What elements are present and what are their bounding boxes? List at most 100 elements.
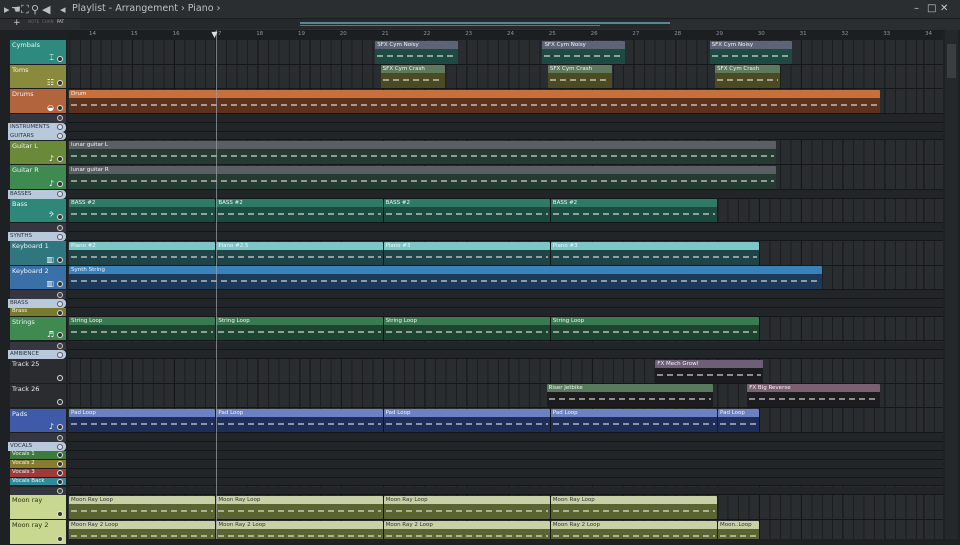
clip[interactable]: Moon Ray 2 Loop — [383, 520, 550, 539]
track-select-icon[interactable] — [57, 452, 63, 459]
group-header[interactable]: VOCALS — [8, 442, 66, 451]
track-lane[interactable] — [68, 308, 943, 317]
clip[interactable]: SFX Cym Crash — [715, 65, 780, 89]
track-header[interactable]: Bass 𝄢 — [10, 198, 66, 224]
group-header[interactable]: AMBIENCE — [8, 350, 66, 360]
clip[interactable]: FX Mech Growl — [655, 359, 763, 383]
track-select-icon[interactable] — [57, 156, 63, 163]
track-header[interactable]: Moon ray — [10, 495, 66, 520]
add-icon[interactable] — [57, 343, 63, 349]
add-icon[interactable] — [57, 224, 63, 231]
track-header[interactable]: Vocals Back — [10, 477, 66, 487]
track-lane[interactable] — [68, 486, 943, 496]
group-toggle-icon[interactable] — [57, 233, 63, 240]
clip[interactable]: Pad Loop — [550, 409, 717, 433]
track-header[interactable]: Drums ◒ — [10, 89, 66, 114]
track-select-icon[interactable] — [57, 180, 63, 187]
track-select-icon[interactable] — [57, 479, 63, 486]
track-header[interactable]: Guitar R ♪ — [10, 165, 66, 190]
track-lane[interactable] — [68, 459, 943, 469]
add-icon[interactable] — [57, 291, 63, 298]
clip[interactable]: String Loop — [550, 317, 759, 341]
clip[interactable]: SFX Cym Noisy — [542, 40, 626, 64]
clip[interactable]: SFX Cym Crash — [547, 65, 613, 89]
group-header[interactable]: SYNTHS — [8, 232, 66, 241]
maximize-button[interactable]: □ — [927, 3, 936, 14]
zoom-icon[interactable]: ⚲ — [31, 3, 39, 16]
group-spacer[interactable] — [10, 341, 66, 351]
track-select-icon[interactable] — [57, 256, 63, 263]
track-header[interactable]: Pads ♪ — [10, 408, 66, 434]
track-lane[interactable] — [68, 350, 943, 360]
chan-label[interactable]: CHAN — [42, 19, 54, 24]
add-icon[interactable] — [57, 488, 63, 494]
clip[interactable]: String Loop — [216, 317, 383, 341]
track-lane[interactable] — [68, 122, 943, 132]
track-select-icon[interactable] — [57, 55, 63, 62]
track-header[interactable]: Track 26 — [10, 383, 66, 409]
track-lane[interactable] — [68, 442, 943, 451]
group-spacer[interactable] — [10, 290, 66, 300]
track-header[interactable]: Toms ☷ — [10, 64, 66, 90]
hand-icon[interactable]: ☚ — [11, 3, 21, 16]
group-spacer[interactable] — [10, 223, 66, 233]
track-header[interactable]: Vocals 2 — [10, 459, 66, 469]
group-spacer[interactable] — [10, 433, 66, 442]
clip[interactable]: Moon Ray Loop — [550, 495, 717, 519]
group-header[interactable]: INSTRUMENTS — [8, 122, 66, 132]
speaker-icon[interactable]: ◀ — [42, 3, 50, 16]
scroll-thumb[interactable] — [947, 44, 956, 78]
track-lane[interactable] — [68, 477, 943, 487]
group-toggle-icon[interactable] — [57, 351, 63, 358]
track-header[interactable]: Vocals 3 — [10, 468, 66, 478]
clip[interactable]: Moon Ray Loop — [216, 495, 383, 519]
track-lane[interactable] — [68, 113, 943, 123]
clip[interactable]: Piano #2.5 — [216, 241, 383, 265]
clip[interactable]: Moon Ray 2 Loop — [69, 520, 216, 539]
track-lane[interactable] — [68, 131, 943, 141]
clip[interactable]: Moon Ray Loop — [383, 495, 550, 519]
minimize-button[interactable]: – — [914, 3, 919, 14]
clip[interactable]: Pad Loop — [69, 409, 216, 433]
track-select-icon[interactable] — [57, 104, 63, 111]
clip[interactable]: BASS #2 — [550, 199, 717, 223]
track-header[interactable]: Keyboard 2 ▥ — [10, 265, 66, 291]
track-lane[interactable] — [68, 40, 943, 65]
clip[interactable]: BASS #2 — [216, 199, 383, 223]
track-select-icon[interactable] — [57, 424, 63, 431]
track-select-icon[interactable] — [57, 470, 63, 477]
track-header[interactable]: Cymbals ⌶ — [10, 40, 66, 65]
add-icon[interactable] — [57, 115, 63, 122]
clip[interactable]: FX Big Reverse — [747, 384, 880, 408]
pointer-icon[interactable]: ▸ — [4, 3, 10, 16]
track-lane[interactable] — [68, 450, 943, 460]
track-lane[interactable] — [68, 65, 943, 90]
clip[interactable]: lunar guitar R — [69, 165, 776, 189]
group-header[interactable]: BASSES — [8, 189, 66, 199]
vertical-scrollbar[interactable] — [945, 30, 958, 539]
clip[interactable]: Moon..Loop — [718, 520, 759, 539]
clip[interactable]: Piano #2 — [69, 241, 216, 265]
clip[interactable]: SFX Cym Crash — [380, 65, 446, 89]
clip[interactable]: Pad Loop — [216, 409, 383, 433]
clip[interactable]: Moon Ray Loop — [69, 495, 216, 519]
track-select-icon[interactable] — [57, 332, 63, 339]
add-icon[interactable] — [57, 434, 63, 441]
track-select-icon[interactable] — [57, 399, 63, 406]
clip[interactable]: SFX Cym Noisy — [709, 40, 793, 64]
note-label[interactable]: NOTE — [28, 19, 39, 24]
clip[interactable]: Piano #3 — [550, 241, 759, 265]
clip[interactable]: Piano #3 — [383, 241, 550, 265]
clip[interactable]: Moon Ray 2 Loop — [550, 520, 717, 539]
pat-label[interactable]: PAT — [57, 19, 64, 24]
group-toggle-icon[interactable] — [57, 443, 63, 450]
playhead[interactable] — [216, 30, 218, 539]
group-toggle-icon[interactable] — [57, 133, 63, 140]
menu-arrow-icon[interactable]: ◂ — [60, 3, 66, 16]
track-lane[interactable] — [68, 223, 943, 233]
add-track-icon[interactable]: + — [13, 18, 21, 28]
track-header[interactable]: Moon ray 2 — [10, 520, 66, 545]
clip[interactable]: BASS #2 — [383, 199, 550, 223]
close-button[interactable]: ✕ — [940, 3, 948, 14]
clip[interactable]: Drum — [69, 89, 881, 113]
